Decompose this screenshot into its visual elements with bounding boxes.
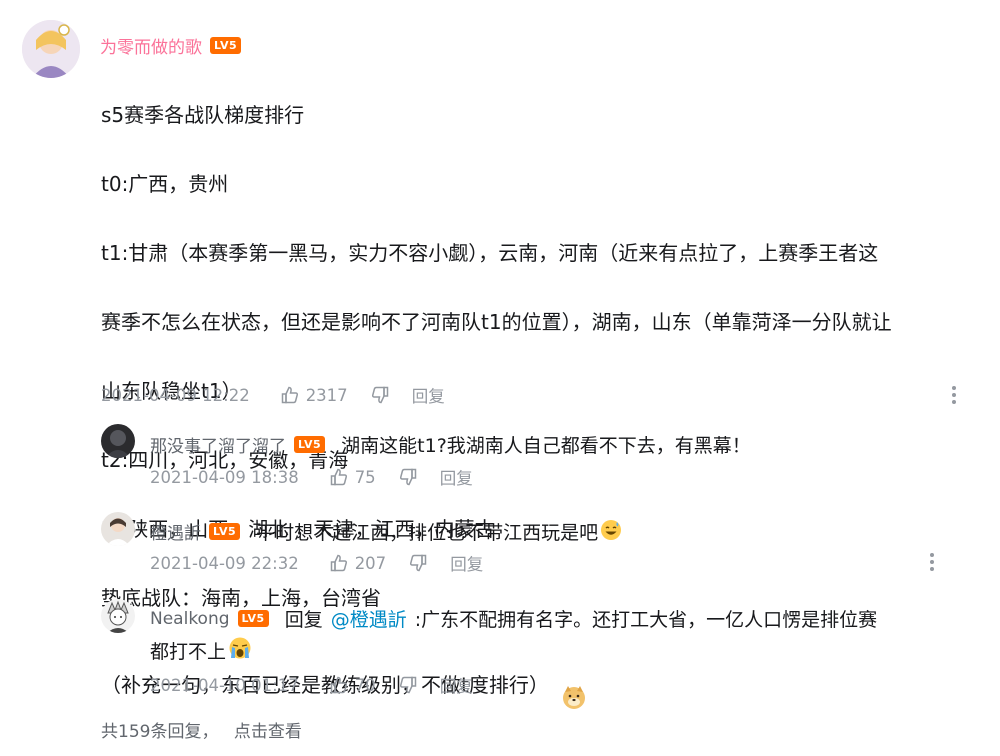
crying-emoji-icon [228, 636, 252, 664]
reply-username[interactable]: 那没事了溜了溜了 [150, 432, 286, 457]
reply-meta: 2021-04-09 18:38 75 回复 [150, 465, 473, 489]
thumbs-down-icon [410, 554, 427, 572]
reply-row: 橙遇訢 LV5 平时想不起江西，排位也不带江西玩是吧 [150, 518, 622, 545]
reply-like-button[interactable]: 75 [329, 467, 376, 487]
comment-line: t0:广西，贵州 [101, 171, 229, 196]
reply-reply-button[interactable]: 回复 [450, 551, 483, 575]
main-reply-button[interactable]: 回复 [412, 383, 445, 407]
thumbs-up-icon [330, 676, 347, 694]
main-like-count: 2317 [305, 385, 348, 405]
reply-dislike-button[interactable] [398, 675, 418, 695]
reply-reply-button[interactable]: 回复 [440, 673, 473, 697]
thumbs-up-icon [330, 468, 347, 486]
reply-dislike-button[interactable] [398, 467, 418, 487]
main-avatar[interactable] [22, 20, 80, 78]
reply-like-count: 70 [354, 675, 376, 695]
mention-link[interactable]: @橙遇訢 [331, 605, 407, 632]
thumbs-down-icon [371, 386, 388, 404]
reply-username[interactable]: Nealkong [150, 609, 230, 629]
reply-text: 平时想不起江西，排位也不带江西玩是吧 [256, 522, 599, 544]
reply-text: 湖南这能t1?我湖南人自己都看不下去，有黑幕！ [341, 435, 751, 457]
main-more-icon[interactable] [952, 386, 958, 407]
reply-meta: 2021-04-09 22:32 207 回复 [150, 551, 483, 575]
thumbs-up-icon [281, 386, 298, 404]
reply-time: 2021-04-10 01:17 [150, 675, 299, 695]
reply-level-badge: LV5 [209, 523, 241, 540]
main-comment-meta: 2021-04-09 12:22 2317 回复 [101, 383, 445, 407]
reply-level-badge: LV5 [237, 610, 269, 627]
reply-prefix: 回复 [284, 609, 323, 631]
reply-count-text: 共159条回复， [101, 722, 219, 742]
main-dislike-button[interactable] [370, 385, 390, 405]
reply-username[interactable]: 橙遇訢 [150, 519, 201, 544]
reply-continuation: 都打不上 [150, 636, 252, 664]
reply-like-button[interactable]: 207 [329, 553, 387, 573]
reply-text: :广东不配拥有名字。还打工大省，一亿人口愣是排位赛 [414, 609, 878, 631]
reply-avatar[interactable] [101, 512, 135, 546]
reply-dislike-button[interactable] [408, 553, 428, 573]
main-comment-time: 2021-04-09 12:22 [101, 385, 250, 405]
main-level-badge: LV5 [210, 37, 242, 54]
doge-emoji-icon [561, 650, 587, 721]
comment-line: t1:甘肃（本赛季第一黑马，实力不容小觑），云南，河南（近来有点拉了，上赛季王者… [101, 240, 879, 265]
reply-row: Nealkong LV5 回复 @橙遇訢 :广东不配拥有名字。还打工大省，一亿人… [150, 605, 877, 632]
main-like-button[interactable]: 2317 [280, 385, 348, 405]
reply-row: 那没事了溜了溜了 LV5 湖南这能t1?我湖南人自己都看不下去，有黑幕！ [150, 431, 751, 458]
reply-like-count: 207 [354, 553, 387, 573]
reply-level-badge: LV5 [294, 436, 326, 453]
reply-avatar[interactable] [101, 424, 135, 458]
comment-line: s5赛季各战队梯度排行 [101, 102, 305, 127]
thumbs-up-icon [330, 554, 347, 572]
thumbs-down-icon [399, 676, 416, 694]
comment-line: 赛季不怎么在状态，但还是影响不了河南队t1的位置），湖南，山东（单靠菏泽一分队就… [101, 309, 892, 334]
reply-time: 2021-04-09 22:32 [150, 553, 299, 573]
main-user-row: 为零而做的歌 LV5 [100, 33, 242, 58]
reply-text-line2: 都打不上 [150, 640, 227, 663]
main-username[interactable]: 为零而做的歌 [100, 33, 202, 58]
reply-meta: 2021-04-10 01:17 70 回复 [150, 673, 473, 697]
sweat-smile-emoji-icon [600, 519, 622, 545]
reply-reply-button[interactable]: 回复 [440, 465, 473, 489]
thumbs-down-icon [399, 468, 416, 486]
reply-like-count: 75 [354, 467, 376, 487]
view-replies-link[interactable]: 点击查看 [234, 722, 302, 742]
reply-avatar[interactable] [101, 599, 135, 633]
reply-more-icon[interactable] [930, 553, 936, 574]
reply-time: 2021-04-09 18:38 [150, 467, 299, 487]
replies-footer: 共159条回复， 点击查看 [101, 717, 302, 742]
reply-like-button[interactable]: 70 [329, 675, 376, 695]
